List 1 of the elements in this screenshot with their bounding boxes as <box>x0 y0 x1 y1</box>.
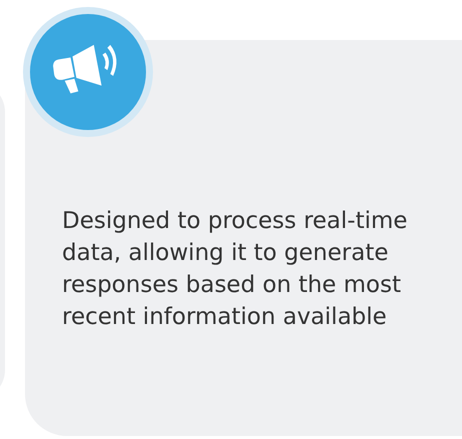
card-description: Designed to process real-time data, allowing it to generate responses based on the most recent information available <box>62 207 408 332</box>
